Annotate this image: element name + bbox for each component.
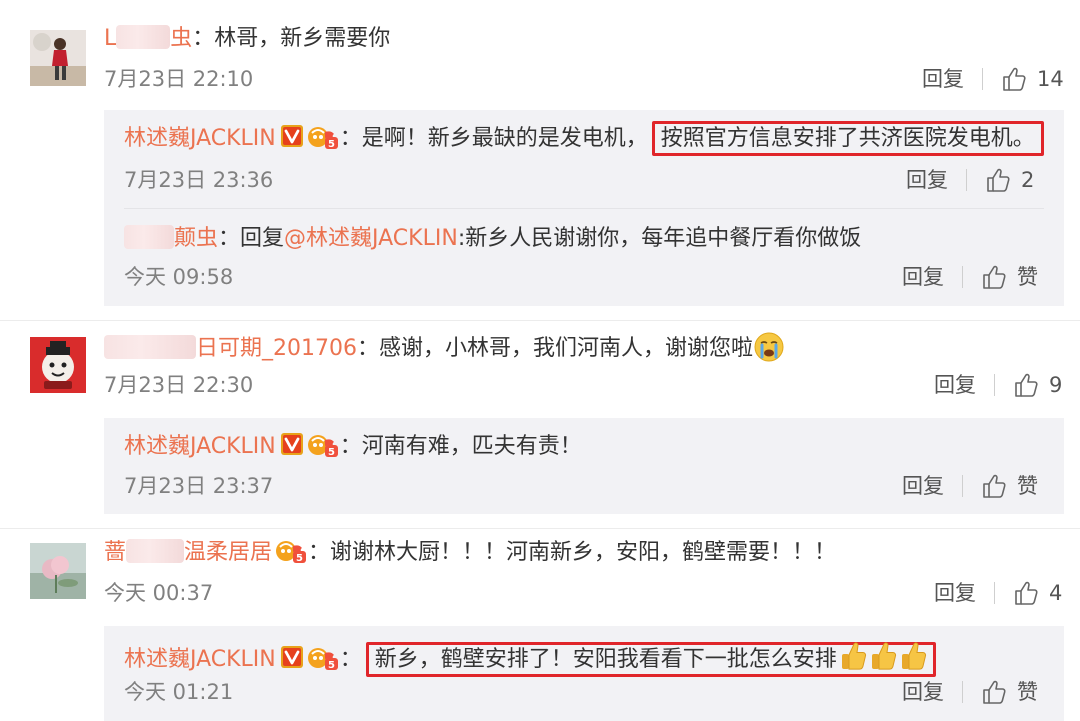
highlighted-text: 新乡，鹤壁安排了！安阳我看看下一批怎么安排: [365, 640, 936, 677]
reply-button[interactable]: 回复: [902, 263, 944, 291]
reply-actions: 回复 赞: [902, 472, 1038, 500]
like-icon[interactable]: [1013, 580, 1039, 606]
like-icon[interactable]: [981, 264, 1007, 290]
reply-button[interactable]: 回复: [902, 678, 944, 706]
divider: [994, 582, 995, 604]
blurred-name: [124, 225, 174, 249]
comment-divider: [0, 320, 1080, 321]
reply-button[interactable]: 回复: [922, 65, 964, 93]
divider: [966, 169, 967, 191]
reply-actions: 回复 2: [906, 166, 1034, 194]
comment-actions: 回复 14: [922, 65, 1064, 93]
reply-body: 林述巍JACKLIN：新乡，鹤壁安排了！安阳我看看下一批怎么安排: [124, 640, 936, 677]
highlighted-text: 按照官方信息安排了共济医院发电机。: [651, 121, 1044, 156]
reply-date: 今天 09:58: [124, 265, 234, 289]
avatar[interactable]: [30, 337, 86, 393]
username-link[interactable]: 日可期_201706: [104, 335, 357, 361]
divider: [982, 68, 983, 90]
reply-button[interactable]: 回复: [902, 472, 944, 500]
thumbs-up-emoji-icon: [899, 640, 927, 672]
crying-face-icon: [754, 332, 784, 362]
reply-body: 林述巍JACKLIN ：是啊！新乡最缺的是发电机， 按照官方信息安排了共济医院发电机…: [124, 121, 1044, 156]
username-link[interactable]: 林述巍JACKLIN: [124, 126, 276, 151]
username-link[interactable]: 颠虫: [124, 225, 218, 251]
verified-v-icon: [280, 645, 304, 669]
reply-box: 林述巍JACKLIN：新乡，鹤壁安排了！安阳我看看下一批怎么安排 今天 01:2…: [104, 626, 1064, 721]
level-badge-icon: [306, 645, 340, 671]
avatar[interactable]: [30, 543, 86, 599]
divider: [962, 681, 963, 703]
comment-body: 日可期_201706：感谢，小林哥，我们河南人，谢谢您啦: [104, 331, 785, 364]
reply-button[interactable]: 回复: [934, 579, 976, 607]
like-label[interactable]: 赞: [1017, 472, 1038, 500]
comment-actions: 回复 4: [934, 579, 1062, 607]
reply-button[interactable]: 回复: [906, 166, 948, 194]
comment-date: 7月23日 22:10: [104, 67, 254, 91]
like-count[interactable]: 4: [1049, 579, 1062, 607]
reply-date: 今天 01:21: [124, 680, 234, 704]
reply-body: 林述巍JACKLIN ：河南有难，匹夫有责！: [124, 432, 582, 459]
reply-date: 7月23日 23:36: [124, 168, 274, 192]
comment-text: 林哥，新乡需要你: [214, 26, 391, 51]
reply-actions: 回复 赞: [902, 678, 1038, 706]
reply-text: 河南有难，匹夫有责！: [361, 434, 582, 459]
reply-button[interactable]: 回复: [934, 371, 976, 399]
reply-separator: [124, 208, 1044, 209]
level-badge-icon: [306, 432, 340, 458]
username-link[interactable]: 林述巍JACKLIN: [124, 647, 276, 672]
comment-body: L 虫：林哥，新乡需要你: [104, 25, 391, 51]
reply-body: 颠虫：回复@林述巍JACKLIN:新乡人民谢谢你，每年追中餐厅看你做饭: [124, 224, 861, 254]
like-label[interactable]: 赞: [1017, 263, 1038, 291]
blurred-name: [104, 335, 196, 359]
like-icon[interactable]: [981, 473, 1007, 499]
thumbs-up-emoji-icon: [839, 640, 867, 672]
reply-date: 7月23日 23:37: [124, 474, 274, 498]
comment-divider: [0, 528, 1080, 529]
username-link[interactable]: 林述巍JACKLIN: [124, 434, 276, 459]
verified-v-icon: [280, 432, 304, 456]
level-badge-icon: [306, 124, 340, 150]
like-icon[interactable]: [1001, 66, 1027, 92]
like-count[interactable]: 14: [1037, 65, 1064, 93]
comment-actions: 回复 9: [934, 371, 1062, 399]
comment-date: 今天 00:37: [104, 581, 214, 605]
like-icon[interactable]: [1013, 372, 1039, 398]
thumbs-up-emoji-icon: [869, 640, 897, 672]
mention-link[interactable]: @林述巍JACKLIN: [284, 226, 458, 251]
blurred-name: [116, 25, 171, 49]
verified-v-icon: [280, 124, 304, 148]
level-badge-icon: [274, 538, 308, 564]
divider: [994, 374, 995, 396]
divider: [962, 475, 963, 497]
reply-text: 是啊！新乡最缺的是发电机，: [361, 126, 648, 151]
comment-date: 7月23日 22:30: [104, 373, 254, 397]
like-label[interactable]: 赞: [1017, 678, 1038, 706]
blurred-name: [126, 539, 185, 563]
username-link[interactable]: L虫: [104, 25, 192, 51]
reply-box: 林述巍JACKLIN ：河南有难，匹夫有责！ 7月23日 23:37 回复 赞: [104, 418, 1064, 514]
divider: [962, 266, 963, 288]
reply-text: :新乡人民谢谢你，每年追中餐厅看你做饭: [457, 226, 862, 251]
username-link[interactable]: 蔷温柔居居: [104, 539, 272, 565]
reply-box: 林述巍JACKLIN ：是啊！新乡最缺的是发电机， 按照官方信息安排了共济医院发电机…: [104, 110, 1064, 306]
comment-body: 蔷温柔居居 ：谢谢林大厨！！！河南新乡，安阳，鹤壁需要！！！: [104, 538, 837, 565]
like-icon[interactable]: [985, 167, 1011, 193]
comment-text: 谢谢林大厨！！！河南新乡，安阳，鹤壁需要！！！: [330, 540, 837, 565]
like-count[interactable]: 2: [1021, 166, 1034, 194]
like-count[interactable]: 9: [1049, 371, 1062, 399]
reply-actions: 回复 赞: [902, 263, 1038, 291]
comment-text: 感谢，小林哥，我们河南人，谢谢您啦: [379, 336, 754, 361]
like-icon[interactable]: [981, 679, 1007, 705]
avatar[interactable]: [30, 30, 86, 86]
